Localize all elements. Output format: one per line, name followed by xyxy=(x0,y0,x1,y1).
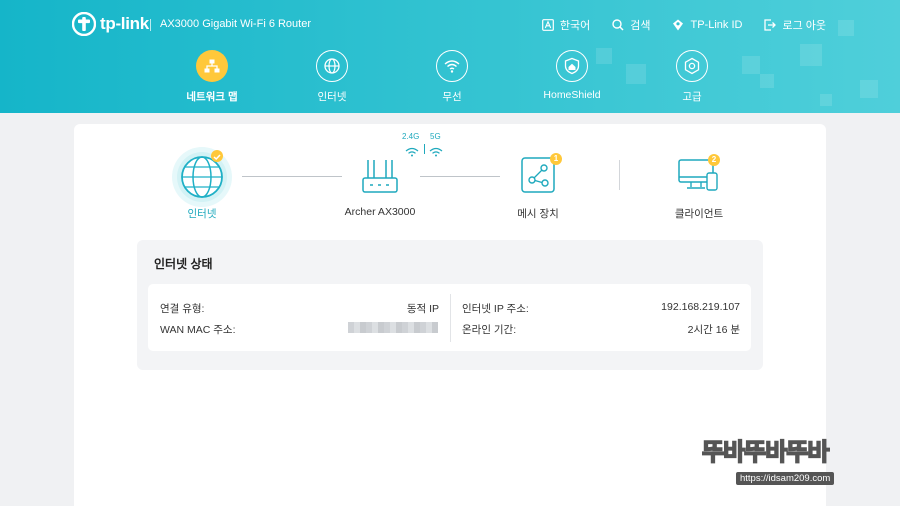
language-label: 한국어 xyxy=(559,20,591,32)
column-divider xyxy=(450,294,451,342)
connection-type-label: 연결 유형: xyxy=(160,303,205,315)
wan-mac-value-redacted xyxy=(348,322,438,333)
band-24-label: 2.4G xyxy=(402,132,420,141)
clients-node[interactable]: 2 클라이언트 xyxy=(675,154,723,220)
internet-ip-value: 192.168.219.107 xyxy=(661,301,740,313)
globe-icon xyxy=(316,50,348,82)
tab-wireless[interactable]: 무선 xyxy=(392,50,512,104)
tab-advanced[interactable]: 고급 xyxy=(632,50,752,104)
tplink-logo-icon xyxy=(71,11,97,37)
gear-icon xyxy=(676,50,708,82)
tplink-id-button[interactable]: TP-Link ID xyxy=(672,17,742,33)
decorative-pixel xyxy=(838,20,854,36)
internet-label: 인터넷 xyxy=(187,208,217,220)
internet-ip-label: 인터넷 IP 주소: xyxy=(462,303,529,315)
search-icon xyxy=(612,19,624,31)
mesh-node[interactable]: 1 메시 장치 xyxy=(517,153,562,220)
watermark-url: https://idsam209.com xyxy=(736,472,835,485)
decorative-pixel xyxy=(800,44,822,66)
logout-button[interactable]: 로그 아웃 xyxy=(764,17,826,33)
globe-icon xyxy=(172,147,232,207)
logout-label: 로그 아웃 xyxy=(782,20,826,32)
clients-label: 클라이언트 xyxy=(674,208,724,220)
router-label: Archer AX3000 xyxy=(344,206,416,218)
top-links: 한국어 검색 TP-Link ID 로그 아웃 xyxy=(541,17,826,33)
search-button[interactable]: 검색 xyxy=(612,17,650,33)
clients-count-badge: 2 xyxy=(708,154,720,166)
decorative-pixel xyxy=(860,80,878,98)
internet-status-panel: 인터넷 상태 연결 유형: 동적 IP WAN MAC 주소: 인터넷 IP 주… xyxy=(137,240,763,370)
header-bar: tp-link AX3000 Gigabit Wi-Fi 6 Router 한국… xyxy=(0,0,900,113)
tab-label: HomeShield xyxy=(543,89,601,101)
tab-internet[interactable]: 인터넷 xyxy=(272,50,392,104)
main-nav: 네트워크 맵 인터넷 무선 HomeShield 고급 xyxy=(152,50,772,106)
network-map-icon xyxy=(196,50,228,82)
language-icon xyxy=(541,19,554,31)
watermark-text: 뚜바뚜바뚜바 xyxy=(701,437,830,467)
search-label: 검색 xyxy=(630,20,651,32)
mesh-label: 메시 장치 xyxy=(517,208,559,220)
logout-icon xyxy=(764,19,777,31)
internet-status-title: 인터넷 상태 xyxy=(154,257,213,271)
tplink-id-label: TP-Link ID xyxy=(690,19,743,31)
network-topology: 인터넷 Archer AX3000 2.4G 5G 1 메시 장치 2 클라이언… xyxy=(74,124,826,234)
tab-label: 고급 xyxy=(682,91,702,103)
separator-line xyxy=(619,160,620,190)
tab-label: 네트워크 맵 xyxy=(186,91,238,103)
tab-label: 무선 xyxy=(442,91,462,103)
wifi-24-icon xyxy=(405,144,419,162)
band-indicator: 2.4G 5G xyxy=(402,132,446,158)
tab-label: 인터넷 xyxy=(317,91,347,103)
brand-name: tp-link xyxy=(100,14,149,33)
wifi-5-icon xyxy=(429,144,443,162)
router-icon xyxy=(362,160,398,193)
mesh-count-badge: 1 xyxy=(550,153,562,165)
tab-network-map[interactable]: 네트워크 맵 xyxy=(152,50,272,104)
connection-line xyxy=(420,176,500,177)
band-divider xyxy=(424,144,425,154)
router-node[interactable]: Archer AX3000 xyxy=(345,158,415,218)
tplink-id-icon xyxy=(672,19,684,31)
router-model: AX3000 Gigabit Wi-Fi 6 Router xyxy=(160,18,312,30)
wifi-icon xyxy=(436,50,468,82)
tab-homeshield[interactable]: HomeShield xyxy=(512,50,632,101)
header-divider xyxy=(150,19,151,31)
language-button[interactable]: 한국어 xyxy=(541,17,591,33)
internet-node[interactable]: 인터넷 xyxy=(171,146,233,220)
connected-check-icon xyxy=(211,150,223,162)
online-time-label: 온라인 기간: xyxy=(462,324,517,336)
wan-mac-label: WAN MAC 주소: xyxy=(160,324,236,336)
tplink-logo[interactable]: tp-link xyxy=(71,11,149,37)
homeshield-icon xyxy=(556,50,588,82)
online-time-value: 2시간 16 분 xyxy=(687,324,740,336)
decorative-pixel xyxy=(820,94,832,106)
connection-type-value: 동적 IP xyxy=(406,303,439,315)
connection-line xyxy=(242,176,342,177)
band-5-label: 5G xyxy=(430,132,441,141)
site-watermark: 뚜바뚜바뚜바 https://idsam209.com xyxy=(701,432,892,498)
internet-status-box: 연결 유형: 동적 IP WAN MAC 주소: 인터넷 IP 주소: 192.… xyxy=(148,284,751,351)
